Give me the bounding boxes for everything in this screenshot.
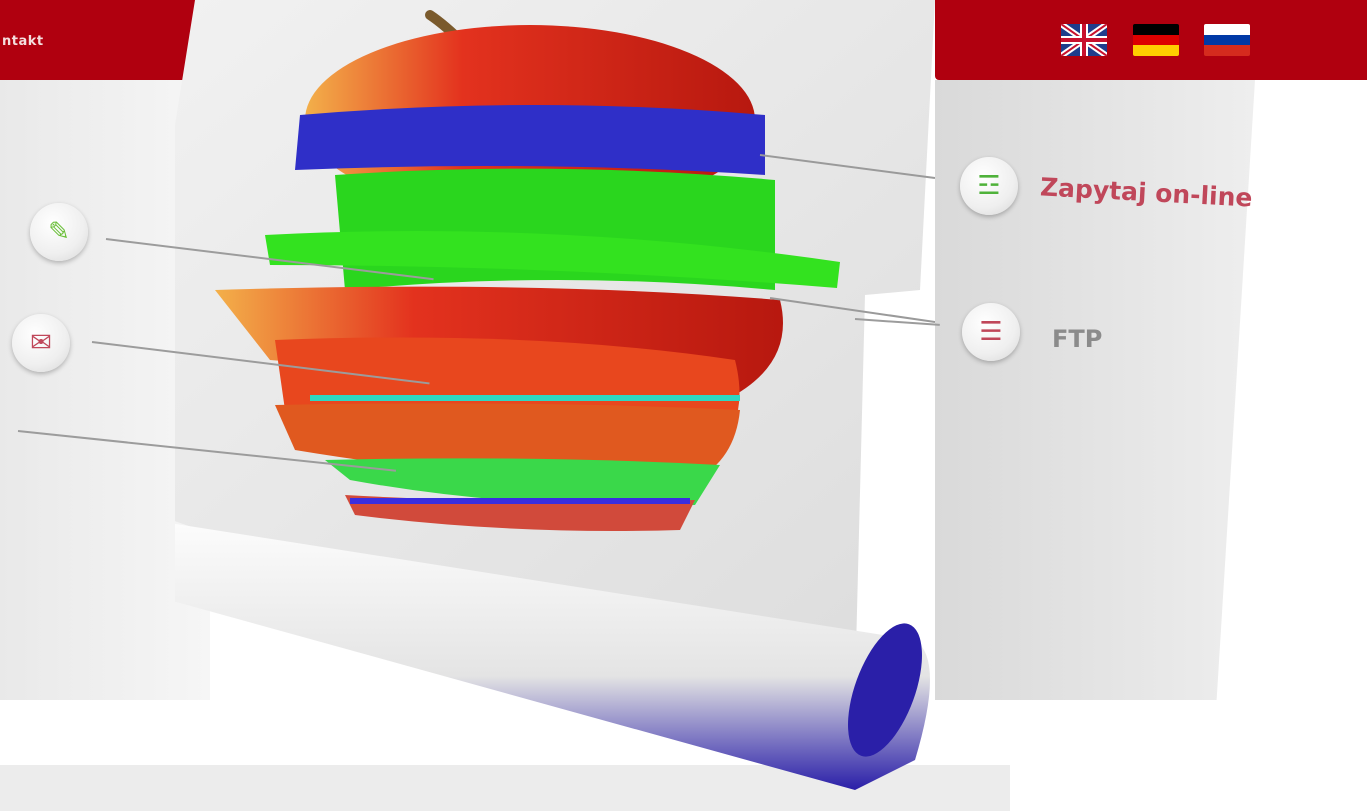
chat-icon: ☲ xyxy=(977,171,1001,201)
pencil-icon-button[interactable]: ✎ xyxy=(30,203,88,261)
ftp-icon: ☰ xyxy=(979,317,1003,347)
chat-icon-button[interactable]: ☲ xyxy=(960,157,1018,215)
pencil-icon: ✎ xyxy=(48,217,70,247)
nav-item-kontakt[interactable]: ntakt xyxy=(2,34,44,49)
apple-illustration xyxy=(175,0,935,790)
flag-de-icon[interactable] xyxy=(1133,24,1179,56)
ftp-link[interactable]: FTP xyxy=(1052,325,1102,353)
ftp-icon-button[interactable]: ☰ xyxy=(962,303,1020,361)
flag-ru-icon[interactable] xyxy=(1204,24,1250,56)
mail-icon-button[interactable]: ✉ xyxy=(12,314,70,372)
flag-uk-icon[interactable] xyxy=(1061,24,1107,56)
mail-icon: ✉ xyxy=(30,328,52,358)
